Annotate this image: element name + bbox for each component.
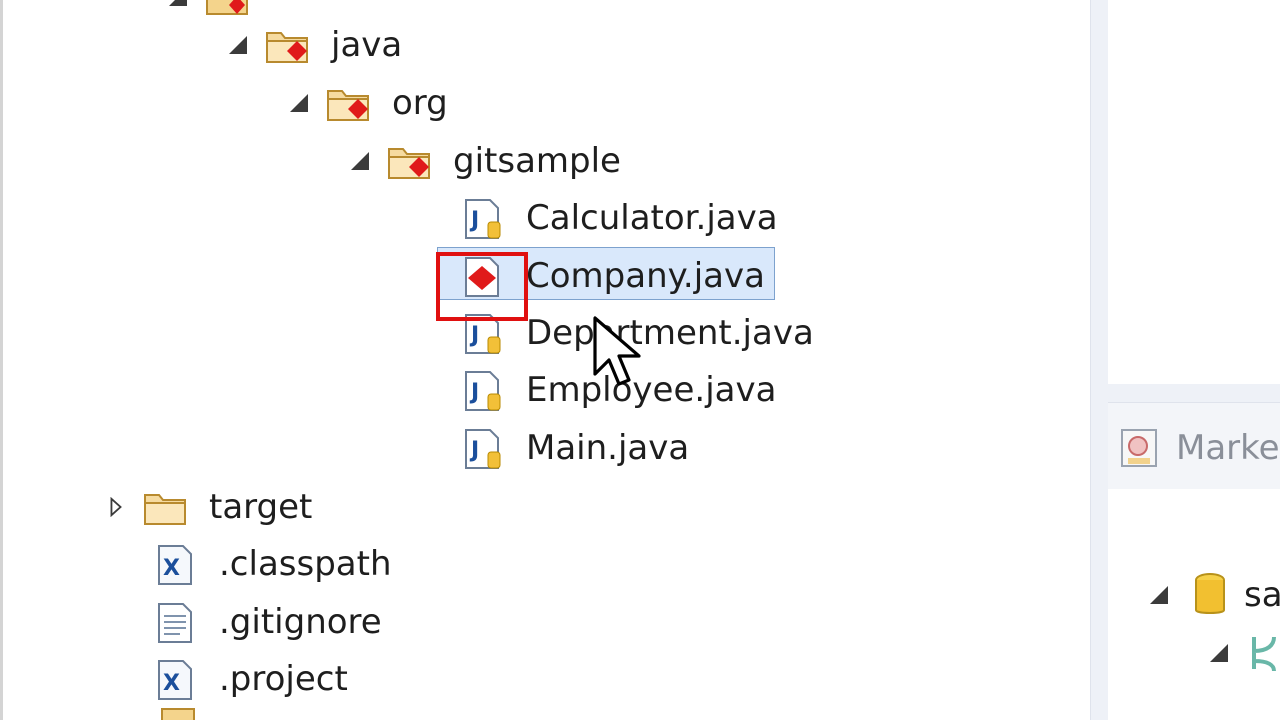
tree-item-label: sa: [1244, 575, 1280, 615]
markers-icon: [1121, 429, 1157, 467]
tree-item-java[interactable]: java: [223, 18, 408, 72]
tree-item-label: Main.java: [526, 428, 690, 468]
tree-item-label: .gitignore: [219, 602, 382, 642]
tree-item-label: Company.java: [526, 256, 765, 296]
svg-text:J: J: [469, 380, 479, 405]
expand-arrow-icon[interactable]: [284, 88, 314, 118]
expand-arrow-icon[interactable]: [1144, 580, 1174, 610]
tab-label: Marke: [1176, 428, 1280, 468]
editor-area: [1108, 0, 1280, 384]
view-splitter[interactable]: [1090, 0, 1109, 720]
folder-icon: [141, 485, 189, 529]
tree-item-label: .project: [219, 659, 348, 699]
tab-markers[interactable]: Marke: [1118, 420, 1280, 476]
java-file-icon: J: [458, 426, 506, 470]
repository-item[interactable]: sa: [1144, 568, 1280, 622]
tree-item-label: target: [209, 487, 313, 527]
highlight-box: [436, 252, 528, 321]
package-folder-icon: [203, 0, 251, 19]
package-folder-icon: [263, 23, 311, 67]
tree-item-label: java: [331, 25, 403, 65]
tree-item-classpath[interactable]: X .classpath: [141, 537, 398, 591]
tree-item-label: org: [392, 83, 448, 123]
svg-text:J: J: [469, 208, 479, 233]
svg-text:J: J: [469, 438, 479, 463]
right-panel: Marke sa: [1108, 0, 1280, 720]
tree-item-project[interactable]: X .project: [141, 652, 354, 706]
tree-item-target[interactable]: target: [101, 480, 318, 534]
svg-text:J: J: [469, 323, 479, 348]
expand-arrow-icon[interactable]: [223, 30, 253, 60]
collapse-arrow-icon[interactable]: [101, 492, 131, 522]
xml-file-icon: X: [151, 542, 199, 586]
tree-item-gitsample[interactable]: gitsample: [345, 134, 627, 188]
java-file-icon: J: [458, 196, 506, 240]
mouse-cursor-icon: [593, 316, 641, 386]
tree-item-calculator[interactable]: J Calculator.java: [448, 191, 784, 245]
tree-item-label: Department.java: [526, 313, 814, 353]
xml-file-icon: X: [151, 657, 199, 701]
repository-icon: [1195, 573, 1225, 614]
repository-subitem[interactable]: [1204, 626, 1280, 680]
tree-item-label: Employee.java: [526, 370, 777, 410]
tree-item-label: gitsample: [453, 141, 621, 181]
svg-text:X: X: [163, 671, 180, 696]
java-file-icon: J: [458, 368, 506, 412]
folder-icon: [161, 708, 195, 720]
view-splitter-horizontal[interactable]: [1108, 384, 1280, 402]
package-explorer: java org gitsample J Calculator.java Com…: [3, 0, 1090, 720]
svg-text:X: X: [163, 556, 180, 581]
tree-item-label: Calculator.java: [526, 198, 778, 238]
tree-item-gitignore[interactable]: .gitignore: [141, 595, 388, 649]
package-folder-icon: [324, 81, 372, 125]
tree-item-org[interactable]: org: [284, 76, 454, 130]
expand-arrow-icon[interactable]: [163, 0, 193, 12]
branch-icon: [1252, 636, 1276, 672]
tree-item-main[interactable]: J Main.java: [448, 421, 695, 475]
expand-arrow-icon[interactable]: [345, 146, 375, 176]
text-file-icon: [151, 600, 199, 644]
tree-item-label: .classpath: [219, 544, 392, 584]
expand-arrow-icon[interactable]: [1204, 638, 1234, 668]
package-folder-icon: [385, 139, 433, 183]
